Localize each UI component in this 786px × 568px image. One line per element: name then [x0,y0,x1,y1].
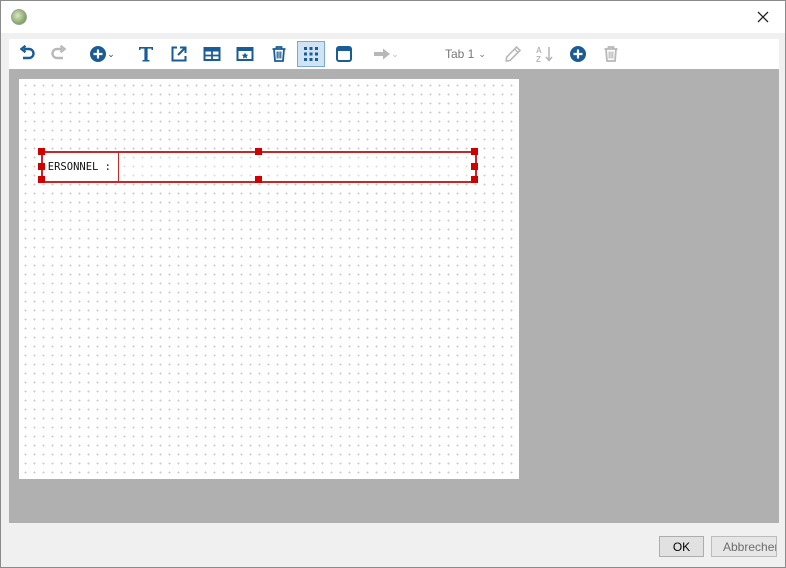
arrow-right-icon [374,48,391,60]
app-logo-icon [11,9,27,25]
tab-selector[interactable]: Tab 1 ⌄ [445,43,486,65]
panel-icon [336,46,352,62]
chevron-down-icon: ⌄ [107,48,115,59]
table-icon [203,47,221,61]
table-button[interactable] [201,41,223,67]
resize-handle-bottom-left[interactable] [38,176,45,183]
add-circle-icon [90,46,107,62]
form-sheet[interactable]: ERSONNEL : [19,79,519,479]
link-button[interactable] [168,41,190,67]
delete-tab-button[interactable] [600,41,622,67]
add-element-dropdown[interactable]: ⌄ [83,41,121,67]
svg-text:Z: Z [536,55,541,63]
title-bar [1,1,785,33]
text-button[interactable] [135,41,157,67]
move-dropdown[interactable]: ⌄ [367,41,405,67]
chevron-down-icon: ⌄ [391,48,399,59]
add-tab-icon [570,46,586,62]
resize-handle-right[interactable] [471,163,478,170]
dialog-window: ⌄ ⌄ Tab 1 ⌄ A Z ERSONNEL: OK Abbrechen [0,0,786,568]
panel-button[interactable] [333,41,355,67]
close-icon [757,11,769,23]
external-link-icon [171,46,187,62]
resize-handle-left[interactable] [38,163,45,170]
undo-icon [19,45,35,60]
ok-button[interactable]: OK [659,536,704,557]
chevron-down-icon: ⌄ [478,48,486,59]
tab-selector-label: Tab 1 [445,47,475,61]
grid-icon [304,47,318,61]
resize-handle-top-left[interactable] [38,148,45,155]
resize-handle-bottom[interactable] [255,176,262,183]
resize-handle-top[interactable] [255,148,262,155]
delete-tab-icon [604,46,618,62]
trash-icon [272,46,286,62]
close-button[interactable] [743,1,783,33]
field-input[interactable] [119,153,475,181]
image-icon [236,47,254,61]
rename-tab-button[interactable] [502,41,524,67]
grid-toggle-button[interactable] [297,41,325,67]
redo-icon [51,45,67,60]
add-tab-button[interactable] [567,41,589,67]
resize-handle-top-right[interactable] [471,148,478,155]
resize-handle-bottom-right[interactable] [471,176,478,183]
toolbar: ⌄ ⌄ Tab 1 ⌄ A Z [9,39,779,69]
image-button[interactable] [234,41,256,67]
sort-tabs-button[interactable]: A Z [533,41,557,67]
text-icon [139,47,153,62]
sort-az-icon: A Z [536,46,553,63]
pencil-icon [505,45,522,62]
undo-button[interactable] [15,41,39,67]
svg-text:A: A [536,46,542,55]
redo-button[interactable] [47,41,71,67]
cancel-button[interactable]: Abbrechen [711,536,777,557]
design-canvas-area: ERSONNEL : [9,69,779,523]
field-label: ERSONNEL : [43,153,119,181]
delete-element-button[interactable] [268,41,290,67]
